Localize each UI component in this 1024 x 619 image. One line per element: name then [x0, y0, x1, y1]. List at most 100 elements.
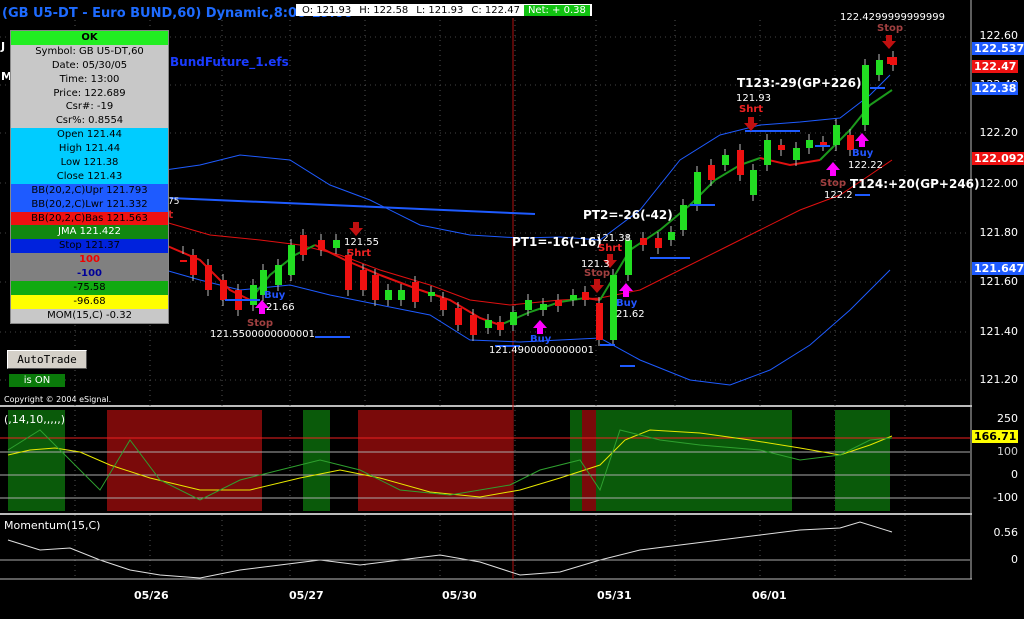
oscillator-zone	[107, 410, 262, 511]
price-tag-bb-upper: 122.537	[972, 42, 1024, 55]
short-arrow-icon	[349, 222, 363, 236]
candle-body	[680, 205, 687, 230]
price-tick: 121.60	[979, 275, 1019, 288]
stop-level-line	[169, 197, 536, 215]
date-label: 06/01	[752, 589, 787, 602]
cursor-window-row: -75.58	[11, 281, 168, 295]
oscillator-zone	[596, 410, 792, 511]
bollinger-basis-line	[164, 159, 893, 306]
low-price-label-1: 121.5500000000001	[210, 329, 315, 340]
stop-signal-label: Stop	[247, 318, 274, 329]
cursor-window-row: Time: 13:00	[11, 72, 168, 87]
candle-body	[372, 275, 379, 300]
price-tick: 122.60	[979, 29, 1019, 42]
candle-body	[250, 285, 257, 305]
date-label: 05/27	[289, 589, 324, 602]
candle-body	[655, 238, 662, 248]
candle-body	[694, 172, 701, 205]
cursor-window-row: -96.68	[11, 294, 168, 309]
candle-body	[275, 265, 282, 285]
buy-arrow-icon	[855, 133, 869, 147]
stop-signal-label: Stop	[820, 178, 847, 189]
candle-body	[455, 308, 462, 325]
candle-body	[360, 270, 367, 290]
clipped-label-75: 75	[168, 197, 180, 207]
price-tag-stop: 122.38	[972, 82, 1019, 95]
candle-body	[485, 320, 492, 328]
candle-body	[596, 303, 603, 340]
price-tick: 122.20	[979, 126, 1019, 139]
candle-body	[570, 295, 577, 300]
momentum-line	[7, 521, 893, 579]
price-label-121-55: 121.55	[344, 237, 379, 248]
short-signal-label: Shrt	[347, 248, 372, 259]
candle-body	[833, 125, 840, 145]
candle-body	[220, 280, 227, 300]
price-label-122-2: 122.2	[824, 190, 853, 201]
buy-arrow-icon	[826, 162, 840, 176]
cursor-window-row: Stop 121.37	[11, 239, 168, 254]
autotrade-button[interactable]: AutoTrade	[7, 350, 87, 369]
ohlc-readout: O: 121.93 H: 122.58 L: 121.93 C: 122.47 …	[296, 4, 592, 16]
candle-body	[288, 245, 295, 275]
candle-body	[385, 290, 392, 300]
stop-signal-label: Stop	[877, 23, 904, 34]
price-label-122-22: 122.22	[848, 160, 883, 171]
date-label: 05/26	[134, 589, 169, 602]
cursor-window-row: Open 121.44	[11, 128, 168, 143]
cursor-window-row: Date: 05/30/05	[11, 58, 168, 73]
price-tick: 122.00	[979, 177, 1019, 190]
buy-signal-label: Buy	[616, 298, 638, 309]
efs-script-name: BundFuture_1.efs	[170, 55, 289, 69]
buy-signal-label: Buy	[264, 290, 286, 301]
candle-body	[412, 282, 419, 302]
candle-body	[497, 322, 504, 330]
oscillator-zone	[835, 410, 890, 511]
last-price-marker	[887, 57, 894, 64]
oscillator-title: (,14,10,,,,,)	[4, 413, 66, 426]
price-tick: 121.20	[979, 373, 1019, 386]
cursor-window-row: Price: 122.689	[11, 86, 168, 101]
candle-body	[180, 260, 187, 262]
cursor-window-row: -100	[11, 267, 168, 282]
osc-tick: 0	[1011, 468, 1018, 481]
mom-tick: 0	[1011, 553, 1018, 566]
cursor-window-row: JMA 121.422	[11, 225, 168, 240]
cursor-window-row: 100	[11, 253, 168, 268]
low-price-label-2: 121.4900000000001	[489, 345, 594, 356]
candle-body	[806, 140, 813, 148]
t123-annotation: T123:-29(GP+226)	[737, 76, 862, 90]
cursor-window[interactable]: OK Symbol: GB U5-DT,60 Date: 05/30/05 Time:…	[10, 30, 169, 324]
candle-body	[470, 315, 477, 335]
cursor-window-row: BB(20,2,C)Bas 121.563	[11, 211, 168, 226]
autotrade-status: is ON	[9, 374, 65, 387]
candle-body	[876, 60, 883, 75]
top-price-label: 122.4299999999999	[840, 12, 945, 23]
cursor-window-row: BB(20,2,C)Upr 121.793	[11, 183, 168, 198]
jma-line	[314, 244, 501, 326]
high-readout: H: 122.58	[359, 4, 409, 16]
candle-body	[640, 238, 647, 245]
candle-body	[428, 292, 435, 296]
close-readout: C: 122.47	[471, 4, 520, 16]
bollinger-upper-line	[164, 74, 891, 241]
pt1-annotation: PT1=-16(-16)	[512, 235, 602, 249]
candle-body	[778, 145, 785, 150]
osc-tick: -100	[993, 491, 1018, 504]
short-arrow-icon	[590, 279, 604, 293]
candle-body	[582, 292, 589, 300]
candle-body	[525, 300, 532, 310]
osc-value-tag: 166.71	[972, 430, 1019, 443]
candle-body	[440, 298, 447, 310]
candle-body	[190, 255, 197, 275]
stray-letter-j: J	[1, 40, 6, 53]
osc-tick: 100	[997, 445, 1018, 458]
net-change-readout: Net: + 0.38	[523, 4, 590, 16]
date-label: 05/30	[442, 589, 477, 602]
candle-body	[722, 155, 729, 165]
candle-body	[398, 290, 405, 300]
cursor-window-row: BB(20,2,C)Lwr 121.332	[11, 197, 168, 212]
price-tick: 121.80	[979, 226, 1019, 239]
cursor-window-row: OK	[11, 31, 168, 45]
candle-body	[764, 140, 771, 165]
